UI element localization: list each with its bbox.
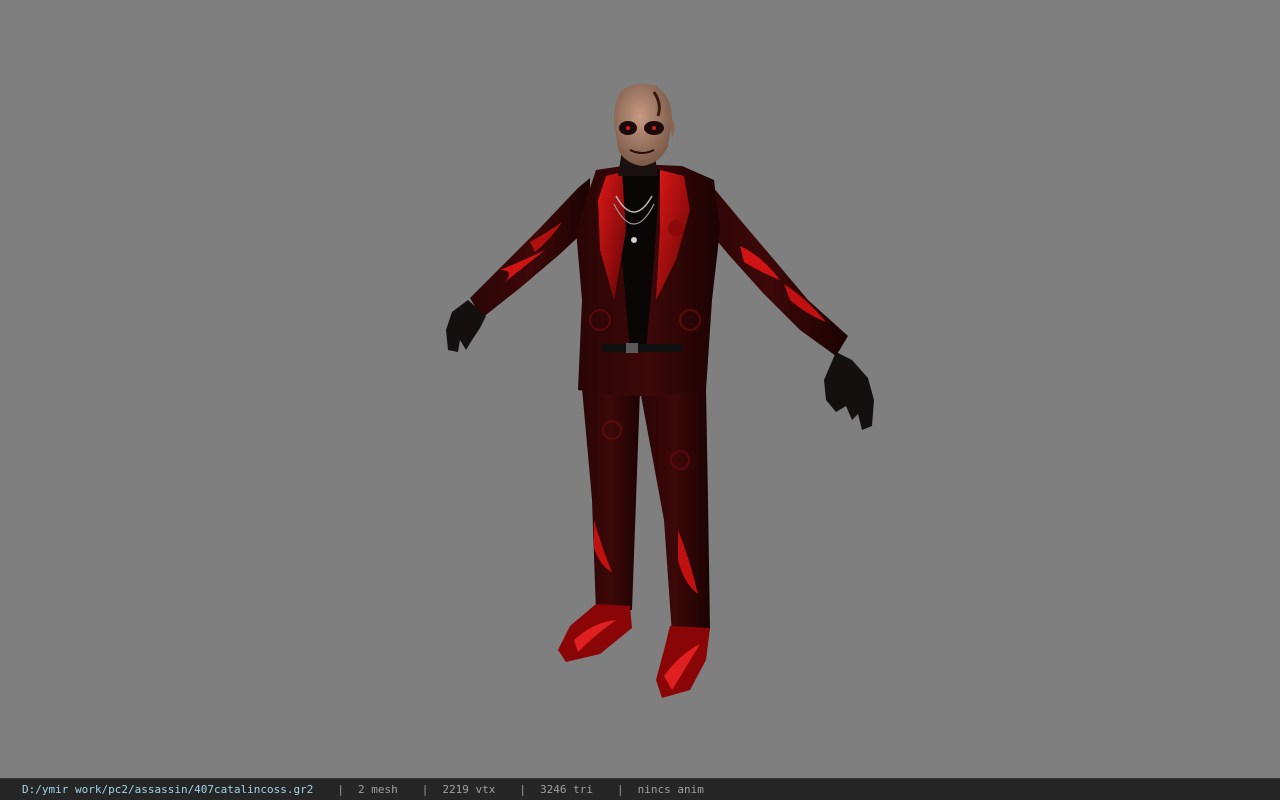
separator: | (337, 783, 345, 796)
pendant (631, 237, 637, 243)
buckle (626, 343, 638, 353)
separator: | (519, 783, 527, 796)
triangle-count: 3246 tri (540, 783, 593, 796)
character-model (446, 83, 874, 698)
separator: | (421, 783, 429, 796)
anim-status: nincs anim (637, 783, 704, 796)
left-arm (470, 178, 590, 318)
status-bar: D:/ymir work/pc2/assassin/407catalincoss… (0, 778, 1280, 800)
right-leg (640, 388, 710, 634)
separator: | (617, 783, 624, 796)
file-path: D:/ymir work/pc2/assassin/407catalincoss… (22, 783, 314, 796)
vertex-count: 2219 vtx (442, 783, 496, 796)
right-hand (824, 352, 874, 430)
mesh-count: 2 mesh (358, 783, 398, 796)
belt (602, 344, 682, 352)
3d-viewport[interactable] (0, 0, 1280, 778)
